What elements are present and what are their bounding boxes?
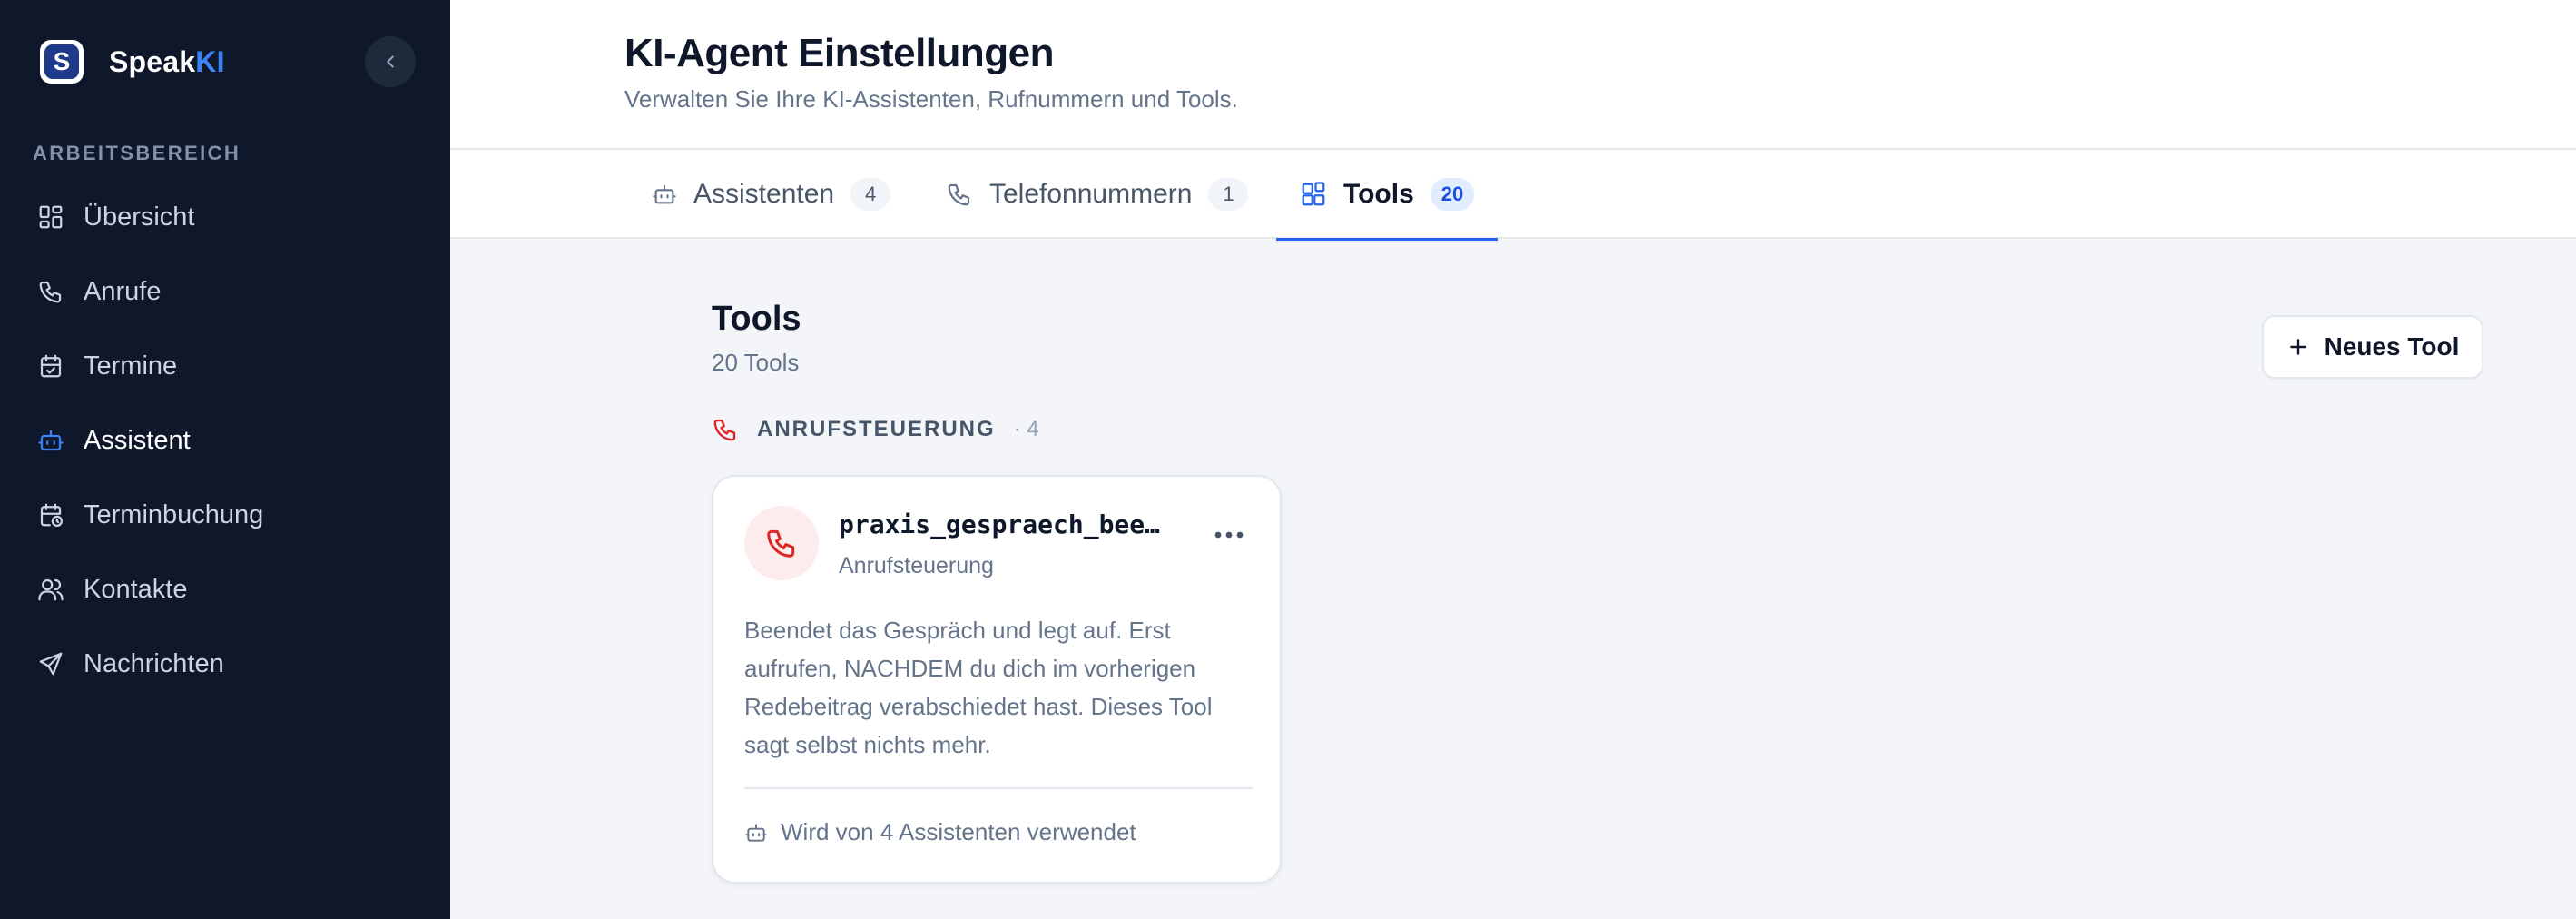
sidebar: S SpeakKI ARBEITSBEREICH Übersicht Anruf…: [0, 0, 450, 919]
tool-usage-label: Wird von 4 Assistenten verwendet: [781, 818, 1136, 845]
section-label: ARBEITSBEREICH: [33, 142, 241, 164]
sidebar-item-label: Terminbuchung: [84, 499, 264, 529]
brand-name: SpeakKI: [109, 45, 225, 79]
sidebar-item-label: Kontakte: [84, 574, 188, 604]
phone-icon: [713, 419, 736, 441]
category-count: · 4: [1013, 417, 1039, 441]
sidebar-item-uebersicht[interactable]: Übersicht: [0, 180, 450, 254]
tab-label: Tools: [1343, 179, 1414, 209]
grid-icon: [36, 203, 65, 232]
sidebar-item-kontakte[interactable]: Kontakte: [0, 552, 450, 627]
tools-count: 20 Tools: [712, 349, 800, 376]
sidebar-item-label: Übersicht: [84, 202, 195, 232]
sidebar-item-terminbuchung[interactable]: Terminbuchung: [0, 478, 450, 552]
sidebar-item-label: Termine: [84, 351, 178, 380]
sidebar-item-nachrichten[interactable]: Nachrichten: [0, 627, 450, 701]
users-icon: [36, 575, 65, 604]
sidebar-item-anrufe[interactable]: Anrufe: [0, 254, 450, 329]
bot-icon: [745, 823, 767, 842]
tool-icon: [744, 506, 819, 580]
tool-description: Beendet das Gespräch und legt auf. Erst …: [744, 617, 1213, 758]
sidebar-item-label: Nachrichten: [84, 648, 224, 678]
logo-mark: S: [44, 44, 79, 79]
brand[interactable]: S SpeakKI: [40, 40, 225, 84]
plus-icon: [2289, 339, 2306, 355]
send-icon: [36, 649, 65, 678]
bot-icon: [653, 184, 676, 204]
category-header: ANRUFSTEUERUNG · 4: [712, 416, 1039, 443]
card-divider: [744, 787, 1253, 789]
bot-icon: [36, 426, 65, 455]
tab-bar: Assistenten 4 Telefonnummern 1 Tools 20: [450, 150, 2576, 241]
phone-icon: [767, 529, 795, 558]
tool-usage: Wird von 4 Assistenten verwendet: [744, 818, 1136, 846]
tool-card[interactable]: praxis_gespraech_beenden Anrufsteuerung …: [712, 475, 1282, 884]
sidebar-item-termine[interactable]: Termine: [0, 329, 450, 403]
calendar-clock-icon: [36, 500, 65, 529]
brand-name-prefix: Speak: [109, 44, 196, 78]
logo: S: [40, 40, 84, 84]
sidebar-nav: Übersicht Anrufe Termine Assistent Termi…: [0, 180, 450, 701]
chevron-left-icon: [387, 55, 394, 68]
sidebar-item-assistent[interactable]: Assistent: [0, 403, 450, 478]
page-title: KI-Agent Einstellungen: [624, 31, 1055, 75]
tool-name: praxis_gespraech_beenden: [839, 509, 1175, 539]
brand-name-suffix: KI: [195, 44, 225, 78]
blocks-icon: [1302, 182, 1325, 206]
phone-icon: [36, 277, 65, 306]
tool-menu-button[interactable]: [1204, 519, 1254, 551]
page-subtitle: Verwalten Sie Ihre KI-Assistenten, Rufnu…: [624, 85, 1238, 113]
section-title: Tools: [712, 300, 801, 338]
tab-telefonnummern[interactable]: Telefonnummern 1: [946, 150, 1249, 239]
new-tool-button[interactable]: Neues Tool: [2262, 315, 2483, 379]
page-header: KI-Agent Einstellungen Verwalten Sie Ihr…: [450, 0, 2576, 150]
tab-label: Telefonnummern: [989, 179, 1193, 209]
tab-count-badge: 20: [1430, 178, 1475, 211]
category-label: ANRUFSTEUERUNG: [757, 417, 996, 441]
calendar-check-icon: [36, 351, 65, 380]
sidebar-item-label: Anrufe: [84, 276, 162, 306]
tool-type: Anrufsteuerung: [839, 553, 994, 578]
tab-count-badge: 1: [1208, 178, 1249, 211]
more-horizontal-icon: [1214, 531, 1244, 539]
tab-tools[interactable]: Tools 20: [1275, 150, 1499, 241]
phone-icon: [948, 183, 970, 206]
tab-assistenten[interactable]: Assistenten 4: [652, 150, 891, 239]
tab-label: Assistenten: [693, 179, 835, 209]
new-tool-button-label: Neues Tool: [2324, 332, 2460, 361]
collapse-sidebar-button[interactable]: [365, 36, 416, 87]
sidebar-item-label: Assistent: [84, 425, 191, 455]
tab-count-badge: 4: [850, 178, 891, 211]
